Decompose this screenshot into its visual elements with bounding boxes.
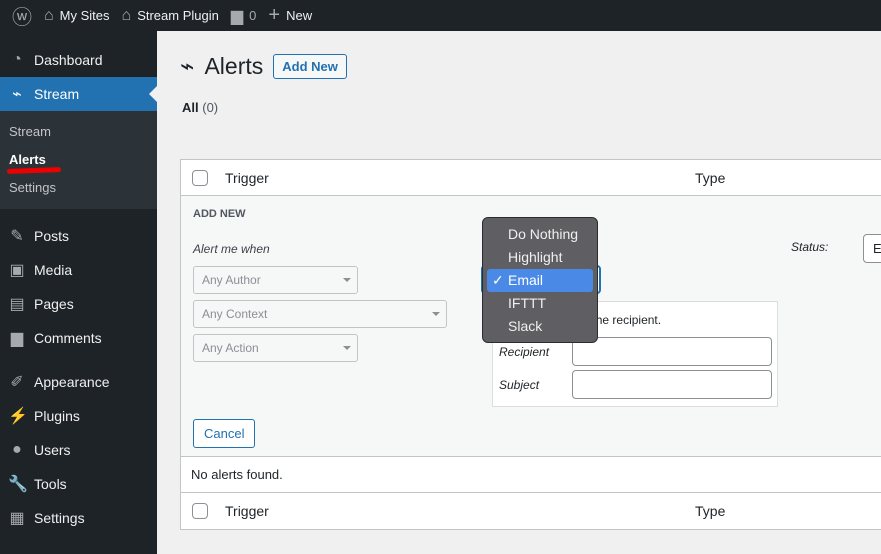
label: Comments xyxy=(34,330,102,346)
add-new-button[interactable]: Add New xyxy=(273,54,347,79)
home-icon: ⌂ xyxy=(121,6,132,24)
dashboard-icon: ◔ xyxy=(12,51,22,68)
form-heading: ADD NEW xyxy=(193,208,246,220)
sidebar-item-dashboard[interactable]: ◔ Dashboard xyxy=(0,43,157,77)
option-do-nothing[interactable]: Do Nothing xyxy=(487,223,593,246)
sidebar-item-users[interactable]: ● Users xyxy=(0,433,157,467)
sidebar-item-pages[interactable]: ▤ Pages xyxy=(0,287,157,321)
sidebar-item-settings[interactable]: ▦ Settings xyxy=(0,501,157,535)
pin-icon: ✎ xyxy=(10,228,24,245)
user-icon: ● xyxy=(12,441,22,458)
submenu-stream[interactable]: Stream xyxy=(0,118,157,146)
wrench-icon: 🔧 xyxy=(8,476,28,493)
sites-icon: ⌂ xyxy=(44,6,54,24)
media-icon: ▣ xyxy=(9,262,25,279)
comment-icon: ▆ xyxy=(230,7,244,25)
label: Tools xyxy=(34,476,67,492)
label: Plugins xyxy=(34,408,80,424)
wordpress-logo[interactable]: ⓦ xyxy=(12,0,32,31)
stream-icon: ⌁ xyxy=(12,86,22,103)
label: Pages xyxy=(34,296,74,312)
select-all-checkbox[interactable] xyxy=(192,169,208,186)
sidebar-item-media[interactable]: ▣ Media xyxy=(0,253,157,287)
alerts-table: Trigger Type ADD NEW Alert me when Any Au… xyxy=(180,159,881,530)
submenu-alerts[interactable]: Alerts xyxy=(0,146,157,174)
sidebar-item-appearance[interactable]: ✐ Appearance xyxy=(0,365,157,399)
new-link[interactable]: + New xyxy=(268,0,312,31)
label: Posts xyxy=(34,228,70,244)
comment-icon: ▆ xyxy=(10,330,24,347)
empty-row: No alerts found. xyxy=(181,457,881,493)
page-header: ⌁ Alerts Add New xyxy=(180,52,347,81)
my-sites-label: My Sites xyxy=(59,8,110,23)
sidebar-item-comments[interactable]: ▆ Comments xyxy=(0,321,157,355)
status-filter: All (0) xyxy=(182,100,218,115)
cancel-button[interactable]: Cancel xyxy=(193,419,256,448)
label: Media xyxy=(34,262,73,278)
label: Users xyxy=(34,442,71,458)
site-label: Stream Plugin xyxy=(137,8,219,23)
author-select[interactable]: Any Author xyxy=(193,266,358,294)
option-slack[interactable]: Slack xyxy=(487,315,593,338)
wordpress-icon: ⓦ xyxy=(12,7,32,29)
settings-icon: ▦ xyxy=(9,510,25,527)
sidebar-item-tools[interactable]: 🔧 Tools xyxy=(0,467,157,501)
option-email[interactable]: ✓ Email xyxy=(487,269,593,292)
col-type[interactable]: Type xyxy=(695,503,725,519)
new-label: New xyxy=(286,8,313,23)
label: Appearance xyxy=(34,374,110,390)
sidebar: ◔ Dashboard ⌁ Stream Stream Alerts Setting… xyxy=(0,31,157,554)
label: Settings xyxy=(34,510,85,526)
subject-label: Subject xyxy=(499,378,540,392)
label: Alerts xyxy=(9,152,46,167)
option-highlight[interactable]: Highlight xyxy=(487,246,593,269)
subject-input[interactable] xyxy=(572,370,772,399)
table-header: Trigger Type xyxy=(181,160,881,196)
comments-count: 0 xyxy=(249,8,257,23)
pages-icon: ▤ xyxy=(9,296,25,313)
recipient-input[interactable] xyxy=(572,337,772,366)
table-footer: Trigger Type xyxy=(181,493,881,529)
filter-count: (0) xyxy=(202,100,219,115)
col-trigger[interactable]: Trigger xyxy=(225,503,269,519)
site-link[interactable]: ⌂ Stream Plugin xyxy=(122,0,219,31)
comments-link[interactable]: ▆ 0 xyxy=(231,0,257,31)
page-title: Alerts xyxy=(204,53,264,79)
alert-me-when-label: Alert me when xyxy=(193,242,270,256)
stream-submenu: Stream Alerts Settings xyxy=(0,111,157,209)
label: Email xyxy=(508,272,544,288)
plus-icon: + xyxy=(268,4,281,26)
sidebar-item-stream[interactable]: ⌁ Stream xyxy=(0,77,157,111)
checkmark-icon: ✓ xyxy=(492,272,504,288)
col-type[interactable]: Type xyxy=(695,170,725,186)
label: Dashboard xyxy=(34,52,103,68)
stream-icon: ⌁ xyxy=(180,53,195,80)
brush-icon: ✐ xyxy=(10,374,24,391)
label: Stream xyxy=(34,86,80,102)
col-trigger[interactable]: Trigger xyxy=(225,170,269,186)
admin-bar: ⓦ ⌂ My Sites ⌂ Stream Plugin ▆ 0 + New xyxy=(0,0,881,31)
select-all-checkbox-footer[interactable] xyxy=(192,503,208,519)
alert-type-dropdown: Do Nothing Highlight ✓ Email IFTTT Slack xyxy=(482,217,598,343)
status-label: Status: xyxy=(791,240,829,254)
context-select[interactable]: Any Context xyxy=(193,300,447,328)
plugin-icon: ⚡ xyxy=(8,408,28,425)
annotation-underline xyxy=(6,167,62,174)
status-select[interactable]: Enabled xyxy=(863,234,881,263)
recipient-label: Recipient xyxy=(499,345,550,359)
option-ifttt[interactable]: IFTTT xyxy=(487,292,593,315)
submenu-settings[interactable]: Settings xyxy=(0,174,157,202)
filter-all[interactable]: All xyxy=(182,100,199,115)
sidebar-item-posts[interactable]: ✎ Posts xyxy=(0,219,157,253)
sidebar-item-plugins[interactable]: ⚡ Plugins xyxy=(0,399,157,433)
action-select[interactable]: Any Action xyxy=(193,334,358,362)
my-sites-link[interactable]: ⌂ My Sites xyxy=(44,0,110,31)
